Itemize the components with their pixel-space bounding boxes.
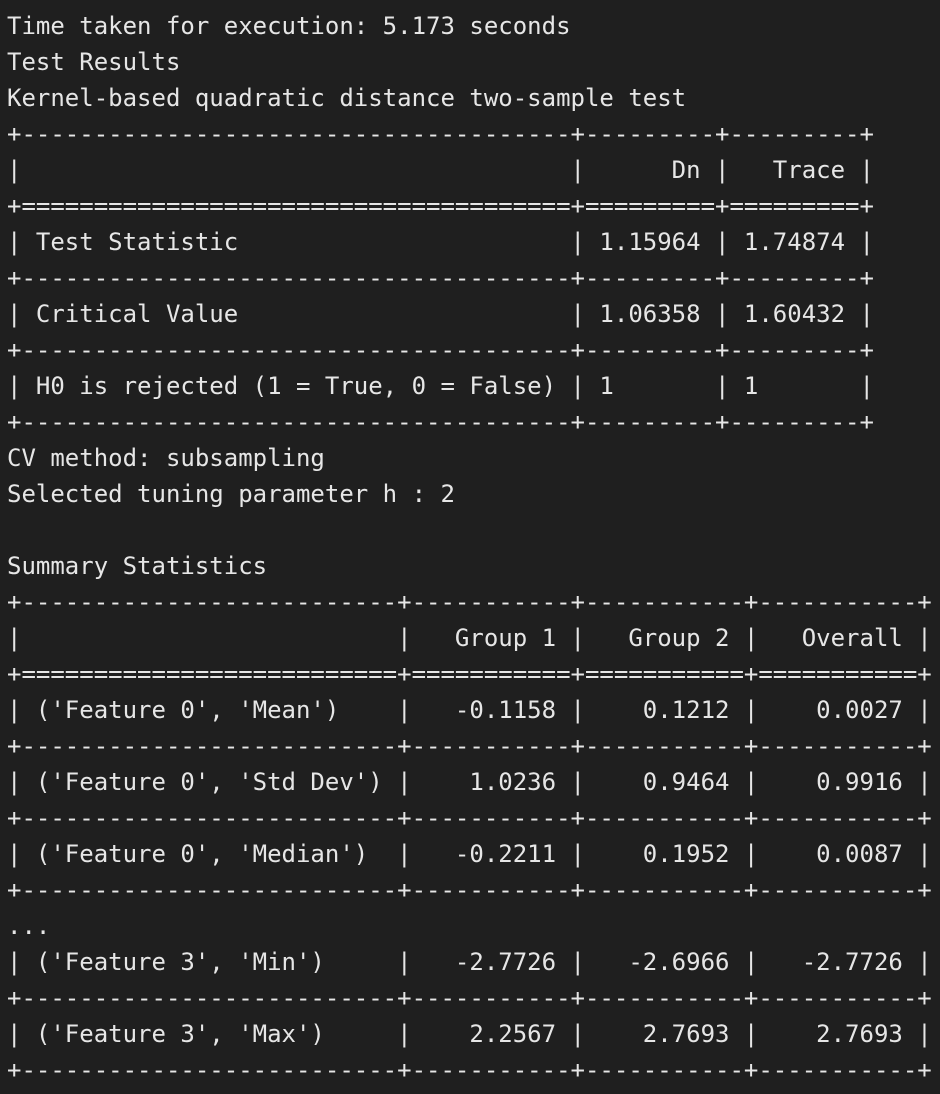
results-table-border: +--------------------------------------+… [7, 120, 874, 148]
summary-row-feature0-median: | ('Feature 0', 'Median') | -0.2211 | 0.… [7, 840, 932, 868]
summary-row-feature0-mean: | ('Feature 0', 'Mean') | -0.1158 | 0.12… [7, 696, 932, 724]
results-table-divider: +======================================+… [7, 192, 874, 220]
summary-table-border: +--------------------------+-----------+… [7, 732, 932, 760]
results-row-test-statistic: | Test Statistic | 1.15964 | 1.74874 | [7, 228, 874, 256]
summary-row-feature0-stddev: | ('Feature 0', 'Std Dev') | 1.0236 | 0.… [7, 768, 932, 796]
summary-row-feature3-min: | ('Feature 3', 'Min') | -2.7726 | -2.69… [7, 948, 932, 976]
summary-statistics-heading: Summary Statistics [7, 552, 268, 580]
ellipsis-text: ... [7, 912, 51, 940]
summary-table-border: +--------------------------+-----------+… [7, 984, 932, 1012]
results-table-border: +--------------------------------------+… [7, 264, 874, 292]
cv-method-text: CV method: subsampling [7, 444, 325, 472]
tuning-parameter-text: Selected tuning parameter h : 2 [7, 480, 455, 508]
summary-table-header: | | Group 1 | Group 2 | Overall | [7, 624, 932, 652]
summary-table-border: +--------------------------+-----------+… [7, 588, 932, 616]
results-row-h0-rejected: | H0 is rejected (1 = True, 0 = False) |… [7, 372, 874, 400]
summary-table-divider: +==========================+===========+… [7, 660, 932, 688]
results-table-border: +--------------------------------------+… [7, 408, 874, 436]
test-results-heading: Test Results [7, 48, 181, 76]
results-row-critical-value: | Critical Value | 1.06358 | 1.60432 | [7, 300, 874, 328]
summary-row-feature3-max: | ('Feature 3', 'Max') | 2.2567 | 2.7693… [7, 1020, 932, 1048]
summary-table-border: +--------------------------+-----------+… [7, 876, 932, 904]
summary-table-border: +--------------------------+-----------+… [7, 804, 932, 832]
summary-table-border: +--------------------------+-----------+… [7, 1056, 932, 1084]
terminal-output: Time taken for execution: 5.173 seconds … [0, 0, 940, 1094]
results-table-border: +--------------------------------------+… [7, 336, 874, 364]
results-table-header: | | Dn | Trace | [7, 156, 874, 184]
execution-time-text: Time taken for execution: 5.173 seconds [7, 12, 571, 40]
test-name-text: Kernel-based quadratic distance two-samp… [7, 84, 687, 112]
